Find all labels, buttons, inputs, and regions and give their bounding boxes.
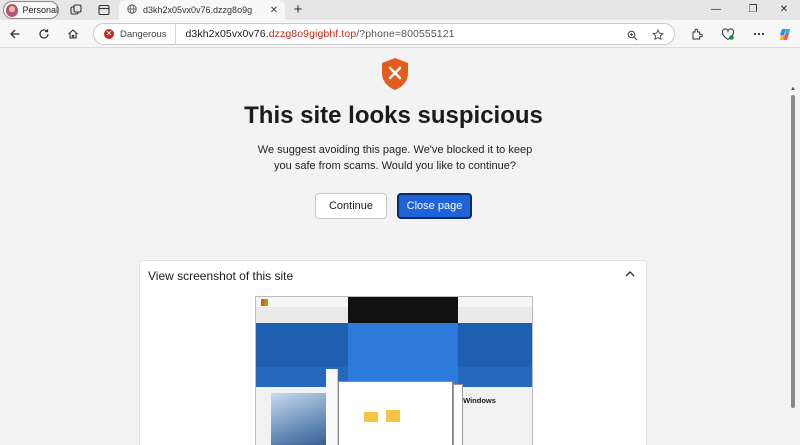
- home-icon[interactable]: [64, 25, 82, 43]
- screenshot-panel: View screenshot of this site with Window…: [139, 260, 647, 445]
- extensions-icon[interactable]: [688, 26, 704, 42]
- url-text: d3kh2x05vx0v76.dzzg8o9gigbhf.top/?phone=…: [185, 28, 454, 40]
- shield-x-icon: [382, 58, 408, 90]
- continue-button[interactable]: Continue: [315, 193, 387, 219]
- screenshot-folder-icon: [364, 412, 378, 422]
- screenshot-popup-blue: [348, 323, 458, 387]
- screenshot-folder-icon: [386, 410, 400, 422]
- microsoft-logo: [261, 299, 268, 306]
- danger-icon: ✕: [104, 29, 114, 39]
- scroll-up-icon[interactable]: ▲: [790, 86, 796, 92]
- star-icon[interactable]: [651, 28, 665, 42]
- site-screenshot-image: with Windows: [255, 296, 533, 445]
- plus-icon[interactable]: +: [291, 2, 305, 18]
- profile-label: Personal: [22, 5, 58, 15]
- globe-icon: [127, 4, 137, 16]
- url-prefix: d3kh2x05vx0v76.: [185, 28, 269, 40]
- address-bar[interactable]: ✕ Dangerous d3kh2x05vx0v76.dzzg8o9gigbhf…: [93, 23, 675, 45]
- more-options-icon[interactable]: [751, 26, 767, 42]
- window-close-icon[interactable]: ✕: [776, 1, 792, 19]
- zoom-icon[interactable]: [625, 28, 639, 42]
- active-tab[interactable]: d3kh2x05vx0v76.dzzg8o9g ✕: [119, 0, 285, 20]
- profile-avatar: [6, 3, 19, 17]
- restore-icon[interactable]: ❐: [745, 1, 761, 19]
- warning-description: We suggest avoiding this page. We've blo…: [257, 144, 533, 172]
- tab-title: d3kh2x05vx0v76.dzzg8o9g: [143, 5, 253, 15]
- tab-actions-icon[interactable]: [97, 3, 111, 17]
- workspaces-icon[interactable]: [69, 3, 83, 17]
- url-path: /?phone=800555121: [356, 28, 455, 40]
- security-label: Dangerous: [120, 28, 167, 40]
- screenshot-side-dialog: [453, 384, 463, 445]
- scrollbar[interactable]: ▲: [787, 49, 800, 445]
- close-page-button[interactable]: Close page: [397, 193, 472, 219]
- url-domain: dzzg8o9gigbhf.top: [268, 28, 357, 40]
- profile-button[interactable]: Personal: [3, 1, 59, 19]
- security-indicator[interactable]: ✕ Dangerous: [94, 23, 177, 45]
- refresh-icon[interactable]: [35, 25, 53, 43]
- browser-essentials-icon[interactable]: [720, 26, 736, 42]
- screenshot-dialog: [338, 381, 453, 445]
- minimize-icon[interactable]: —: [708, 1, 724, 19]
- page-title: This site looks suspicious: [244, 102, 543, 129]
- chevron-up-icon[interactable]: [623, 267, 637, 281]
- scroll-thumb[interactable]: [791, 95, 795, 408]
- navigation-toolbar: ✕ Dangerous d3kh2x05vx0v76.dzzg8o9gigbhf…: [0, 20, 800, 48]
- screenshot-popup-black: [348, 297, 458, 323]
- screenshot-sidebar: [326, 369, 338, 445]
- warning-page: This site looks suspicious We suggest av…: [0, 49, 787, 445]
- screenshot-photo: [271, 393, 329, 445]
- screenshot-panel-title[interactable]: View screenshot of this site: [148, 269, 293, 283]
- close-icon[interactable]: ✕: [267, 5, 281, 16]
- back-arrow-icon[interactable]: [6, 25, 24, 43]
- tab-strip: Personal d3kh2x05vx0v76.dzzg8o9g ✕ + — ❐…: [0, 0, 800, 20]
- copilot-icon[interactable]: [777, 26, 793, 42]
